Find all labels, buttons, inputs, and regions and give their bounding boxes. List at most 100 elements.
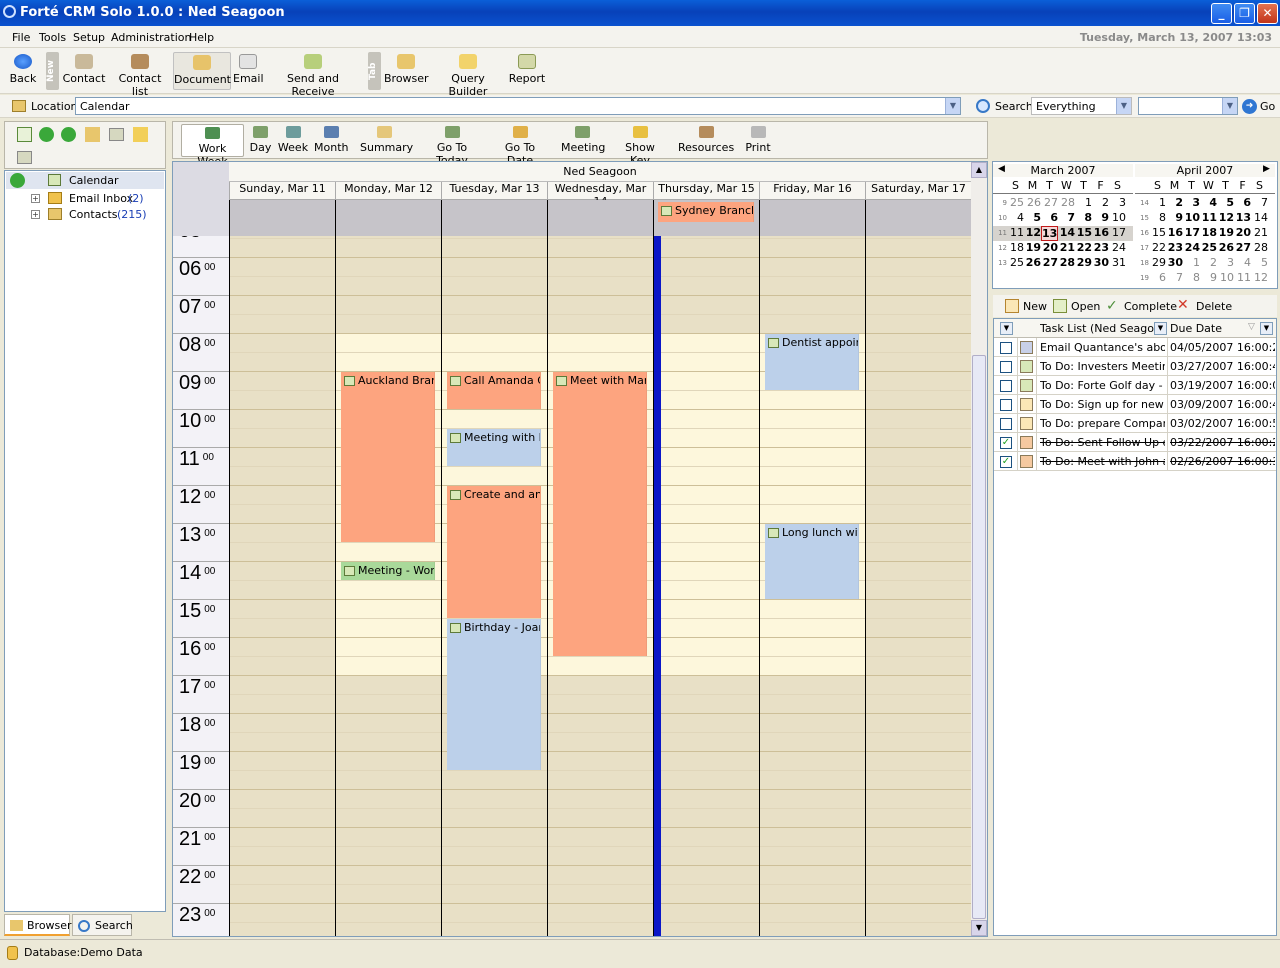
mini-calendar-day[interactable]: 19 [1217, 226, 1234, 239]
tree-item-calendar[interactable]: Calendar [6, 172, 164, 189]
mini-calendar-day[interactable]: 5 [1251, 256, 1268, 269]
mini-calendar-day[interactable]: 27 [1041, 256, 1058, 269]
mini-calendar-day[interactable]: 22 [1149, 241, 1166, 254]
chevron-down-icon[interactable]: ▼ [1222, 98, 1237, 114]
document-button[interactable]: Document [173, 52, 231, 90]
day-header[interactable]: Monday, Mar 12 [335, 182, 441, 200]
week-button[interactable]: Week [277, 124, 309, 157]
mini-calendar-day[interactable]: 22 [1075, 241, 1092, 254]
calendar-grid[interactable]: Auckland Branch Meeting - World Call Amand… [229, 236, 971, 936]
mini-calendar-day[interactable]: 26 [1024, 196, 1041, 209]
expand-icon[interactable]: + [31, 194, 40, 203]
tab-handle[interactable]: Tab [368, 52, 381, 90]
mini-calendar-day[interactable]: 1 [1075, 196, 1092, 209]
all-day-cell[interactable] [229, 200, 335, 236]
task-row[interactable]: ✓ To Do: Meet with John and 02/26/2007 16:… [994, 452, 1276, 471]
maximize-button[interactable]: ❐ [1234, 3, 1255, 24]
task-row[interactable]: To Do: Sign up for new Pa 03/09/2007 16:0… [994, 395, 1276, 414]
mini-calendar-day[interactable]: 14 [1251, 211, 1268, 224]
mini-calendar-day[interactable]: 25 [1200, 241, 1217, 254]
task-new-button[interactable]: New [1023, 300, 1047, 313]
day-header[interactable]: Sunday, Mar 11 [229, 182, 335, 200]
mini-calendar-day[interactable]: 6 [1234, 196, 1251, 209]
mini-calendar-day[interactable]: 9 [1166, 211, 1183, 224]
task-checkbox[interactable] [1000, 380, 1012, 392]
task-checkbox[interactable]: ✓ [1000, 437, 1012, 449]
mini-calendar-day[interactable]: 23 [1166, 241, 1183, 254]
task-checkbox[interactable] [1000, 418, 1012, 430]
resources-button[interactable]: Resources [678, 124, 734, 157]
tree-icon[interactable] [85, 127, 100, 142]
mini-calendar-day[interactable]: 6 [1149, 271, 1166, 284]
details-icon[interactable] [17, 151, 32, 164]
column-chooser-icon[interactable]: ▼ [1000, 322, 1013, 335]
mini-calendar-day[interactable]: 13 [1234, 211, 1251, 224]
mini-calendar-day[interactable]: 1 [1149, 196, 1166, 209]
all-day-cell[interactable] [441, 200, 547, 236]
menu-file[interactable]: File [12, 31, 30, 44]
mini-calendar-day[interactable]: 27 [1041, 196, 1058, 209]
day-button[interactable]: Day [248, 124, 273, 157]
browser-button[interactable]: Browser [384, 52, 429, 90]
mini-calendar-day[interactable]: 25 [1007, 256, 1024, 269]
mini-calendar-day[interactable]: 23 [1092, 241, 1109, 254]
go-to-date-button[interactable]: Go To Date [491, 124, 549, 167]
mini-calendar-day[interactable]: 25 [1007, 196, 1024, 209]
contact-button[interactable]: Contact [62, 52, 106, 90]
task-checkbox[interactable]: ✓ [1000, 456, 1012, 468]
day-header[interactable]: Saturday, Mar 17 [865, 182, 971, 200]
day-column[interactable] [335, 236, 441, 936]
go-button[interactable]: Go [1260, 100, 1275, 113]
calendar-event[interactable]: Birthday - Joan [447, 619, 541, 770]
mini-calendar-day[interactable]: 12 [1251, 271, 1268, 284]
mini-calendar-day[interactable]: 7 [1058, 211, 1075, 224]
prev-month-icon[interactable]: ◀ [998, 164, 1005, 174]
task-row[interactable]: To Do: Forte Golf day - Pr 03/19/2007 16:… [994, 376, 1276, 395]
query-builder-button[interactable]: Query Builder [433, 52, 503, 98]
mini-calendar-day[interactable]: 29 [1075, 256, 1092, 269]
show-key-button[interactable]: Show Key [615, 124, 665, 167]
mini-calendar-day[interactable]: 11 [1234, 271, 1251, 284]
arrow-down-icon[interactable] [61, 127, 76, 142]
day-header[interactable]: Tuesday, Mar 13 [441, 182, 547, 200]
mini-calendar-day[interactable]: 15 [1075, 226, 1092, 239]
email-button[interactable]: Email [233, 52, 264, 90]
search-input[interactable]: ▼ [1138, 97, 1238, 115]
mini-calendar-day[interactable]: 29 [1149, 256, 1166, 269]
task-row[interactable]: Email Quantance's about t 04/05/2007 16:0… [994, 338, 1276, 357]
tab-search[interactable]: Search [72, 914, 133, 936]
report-button[interactable]: Report [507, 52, 547, 90]
mini-calendar-day[interactable]: 2 [1092, 196, 1109, 209]
chevron-down-icon[interactable]: ▼ [945, 98, 960, 114]
mini-calendar-day[interactable]: 10 [1109, 211, 1126, 224]
menu-help[interactable]: Help [189, 31, 214, 44]
all-day-cell[interactable] [547, 200, 653, 236]
mini-calendar-day[interactable]: 3 [1183, 196, 1200, 209]
mini-calendar-day[interactable]: 14 [1058, 226, 1075, 239]
scroll-thumb[interactable] [972, 355, 986, 919]
meeting-button[interactable]: Meeting [561, 124, 605, 157]
mini-calendar-day[interactable]: 9 [1200, 271, 1217, 284]
expand-icon[interactable]: + [31, 210, 40, 219]
open-folder-icon[interactable] [133, 127, 148, 142]
mini-calendar-day[interactable]: 28 [1058, 196, 1075, 209]
calendar-scrollbar[interactable]: ▲ ▼ [971, 162, 987, 936]
all-day-cell[interactable] [759, 200, 865, 236]
summary-button[interactable]: Summary [360, 124, 413, 157]
all-day-event[interactable]: Sydney Branch - [658, 202, 754, 222]
mini-calendar-day[interactable]: 1 [1183, 256, 1200, 269]
mini-calendar-day[interactable]: 4 [1200, 196, 1217, 209]
chevron-down-icon[interactable]: ▼ [1116, 98, 1131, 114]
mini-calendar-day[interactable]: 11 [1200, 211, 1217, 224]
mini-calendar-day[interactable]: 20 [1041, 241, 1058, 254]
calendar-event[interactable]: Dentist appointn [765, 334, 859, 390]
due-date-header[interactable]: Due Date [1170, 322, 1222, 335]
task-complete-button[interactable]: Complete [1124, 300, 1177, 313]
mini-calendar-day[interactable]: 10 [1183, 211, 1200, 224]
calendar-event[interactable]: Meeting - World [341, 562, 435, 580]
day-column[interactable] [865, 236, 971, 936]
task-name-header[interactable]: Task List (Ned Seagoon [1040, 322, 1154, 335]
task-checkbox[interactable] [1000, 399, 1012, 411]
close-button[interactable]: ✕ [1257, 3, 1278, 24]
go-to-today-button[interactable]: Go To Today [420, 124, 484, 167]
